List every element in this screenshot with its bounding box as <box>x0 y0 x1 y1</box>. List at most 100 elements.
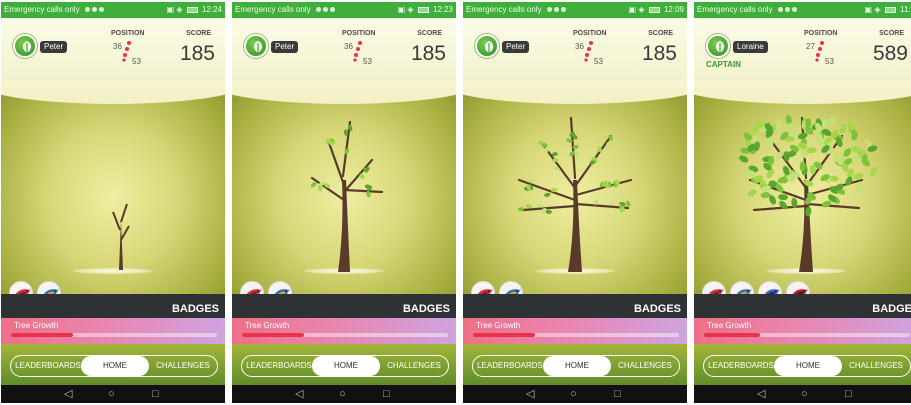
segmented-control: LEADERBOARDS HOME CHALLENGES <box>241 355 449 377</box>
badges-label: BADGES <box>633 303 681 315</box>
tab-home[interactable]: HOME <box>774 356 842 376</box>
tab-challenges[interactable]: CHALLENGES <box>842 356 910 376</box>
badges-bar[interactable]: BADGES <box>1 294 225 318</box>
red-bird-badge[interactable] <box>702 281 726 294</box>
tab-challenges[interactable]: CHALLENGES <box>380 356 448 376</box>
tab-leaderboards[interactable]: LEADERBOARDS <box>246 356 312 376</box>
badges-bar[interactable]: BADGE <box>694 294 911 318</box>
tab-challenges[interactable]: CHALLENGES <box>149 356 217 376</box>
back-icon[interactable]: ◁ <box>757 388 765 400</box>
score-label: SCORE <box>648 30 673 37</box>
system-nav-bar: ◁ ○ □ <box>232 385 456 403</box>
blue-bird-badge[interactable] <box>37 281 61 294</box>
player-avatar[interactable] <box>706 34 730 58</box>
status-right: ▣ ◈ 12:09 <box>629 2 684 18</box>
signal-icon: ▣ ◈ <box>628 5 645 14</box>
signal-icon: ▣ ◈ <box>864 5 881 14</box>
battery-icon <box>648 6 660 13</box>
bird-icon <box>764 289 780 294</box>
red-bird-badge[interactable] <box>240 281 264 294</box>
tree-illustration <box>739 114 878 272</box>
score-label: SCORE <box>879 30 904 37</box>
tab-leaderboards[interactable]: LEADERBOARDS <box>15 356 81 376</box>
badge-list <box>471 281 527 294</box>
recents-square-icon[interactable]: □ <box>614 388 621 400</box>
segmented-control: LEADERBOARDS HOME CHALLENGES <box>10 355 218 377</box>
tree-illustration <box>517 116 633 272</box>
status-right: ▣ ◈ 11:1 <box>865 2 911 18</box>
tree-growth-panel: Tree Growth <box>463 318 687 344</box>
bird-icon <box>736 289 752 294</box>
blue-jay-badge[interactable] <box>758 281 782 294</box>
tree-drawing <box>112 203 130 270</box>
recents-square-icon[interactable]: □ <box>383 388 390 400</box>
tab-home[interactable]: HOME <box>81 356 149 376</box>
status-bar: Emergency calls only ▣ ◈ 12:24 <box>1 2 225 18</box>
back-icon[interactable]: ◁ <box>295 388 303 400</box>
leaf-icon <box>484 41 494 53</box>
player-name: Peter <box>502 41 530 53</box>
player-avatar[interactable] <box>244 34 268 58</box>
status-bar: Emergency calls only ▣ ◈ 12:23 <box>232 2 456 18</box>
blue-bird-badge[interactable] <box>268 281 292 294</box>
bird-icon <box>43 289 59 294</box>
tree-growth-fill <box>704 333 760 337</box>
red-bird-badge[interactable] <box>9 281 33 294</box>
tab-leaderboards[interactable]: LEADERBOARDS <box>477 356 543 376</box>
tree-growth-fill <box>473 333 535 337</box>
tab-challenges[interactable]: CHALLENGES <box>611 356 679 376</box>
tree-growth-fill <box>11 333 73 337</box>
carrier-text: Emergency calls only <box>697 5 773 14</box>
recents-square-icon[interactable]: □ <box>152 388 159 400</box>
tree-growth-label: Tree Growth <box>245 321 290 330</box>
player-header: Peter POSITION 36 53 SCORE 185 <box>232 18 456 80</box>
clock: 12:09 <box>663 5 684 14</box>
blue-bird-badge[interactable] <box>730 281 754 294</box>
cardinal-badge[interactable] <box>786 281 810 294</box>
player-avatar[interactable] <box>475 34 499 58</box>
player-avatar[interactable] <box>13 34 37 58</box>
status-right: ▣ ◈ 12:24 <box>167 2 222 18</box>
system-nav-bar: ◁ ○ □ <box>694 385 911 403</box>
recents-square-icon[interactable]: □ <box>845 388 852 400</box>
player-name: Peter <box>40 41 68 53</box>
badges-bar[interactable]: BADGES <box>463 294 687 318</box>
carrier-text: Emergency calls only <box>4 5 80 14</box>
badges-bar[interactable]: BADGES <box>232 294 456 318</box>
home-circle-icon[interactable]: ○ <box>339 388 346 400</box>
bird-icon <box>246 289 262 294</box>
tree-scene <box>1 80 225 294</box>
red-bird-badge[interactable] <box>471 281 495 294</box>
bird-icon <box>274 289 290 294</box>
tree-growth-panel: Tree Growth <box>1 318 225 344</box>
tab-leaderboards[interactable]: LEADERBOARDS <box>708 356 774 376</box>
bottom-nav: LEADERBOARDS HOME CHALLENGES <box>694 344 911 385</box>
badges-label: BADGES <box>171 303 219 315</box>
player-header: Peter POSITION 36 53 SCORE 185 <box>1 18 225 80</box>
tree-growth-track <box>242 333 448 337</box>
back-icon[interactable]: ◁ <box>526 388 534 400</box>
position-total: 53 <box>132 57 141 66</box>
notification-icons <box>315 2 337 18</box>
clock: 12:23 <box>432 5 453 14</box>
bottom-nav: LEADERBOARDS HOME CHALLENGES <box>463 344 687 385</box>
home-circle-icon[interactable]: ○ <box>801 388 808 400</box>
notification-icons <box>84 2 106 18</box>
app-screen: Emergency calls only ▣ ◈ 11:1 Loraine CA… <box>694 2 911 403</box>
score-value: 185 <box>179 42 215 65</box>
position-label: POSITION <box>804 30 838 37</box>
tree-scene <box>694 80 911 294</box>
blue-bird-badge[interactable] <box>499 281 523 294</box>
system-nav-bar: ◁ ○ □ <box>463 385 687 403</box>
home-circle-icon[interactable]: ○ <box>108 388 115 400</box>
tab-home[interactable]: HOME <box>543 356 611 376</box>
back-icon[interactable]: ◁ <box>64 388 72 400</box>
bird-icon <box>15 289 31 294</box>
tree-illustration <box>310 120 384 272</box>
badges-label: BADGES <box>402 303 450 315</box>
tab-home[interactable]: HOME <box>312 356 380 376</box>
player-name: Peter <box>271 41 299 53</box>
clock: 11:1 <box>900 5 911 14</box>
home-circle-icon[interactable]: ○ <box>570 388 577 400</box>
notification-icons <box>546 2 568 18</box>
